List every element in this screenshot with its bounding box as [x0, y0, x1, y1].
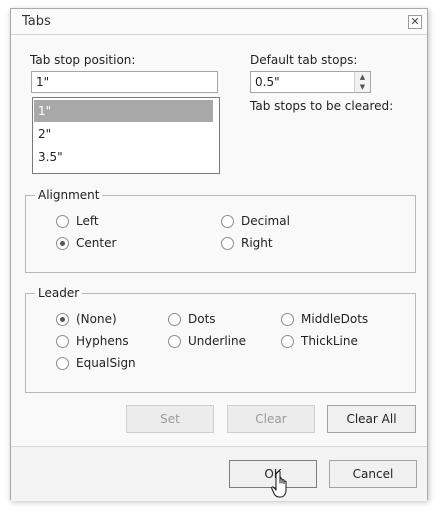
clear-button[interactable]: Clear	[227, 405, 315, 433]
set-button[interactable]: Set	[126, 405, 214, 433]
list-item[interactable]: 3.5"	[34, 146, 213, 168]
hand-cursor-icon	[271, 470, 287, 498]
tab-stops-to-be-cleared-label: Tab stops to be cleared:	[250, 99, 394, 113]
leader-middledots-radio[interactable]	[281, 313, 294, 326]
align-center-label[interactable]: Center	[76, 236, 116, 250]
cancel-button[interactable]: Cancel	[329, 460, 417, 488]
leader-legend: Leader	[38, 286, 80, 300]
leader-middledots-label[interactable]: MiddleDots	[301, 312, 368, 326]
leader-none-radio[interactable]	[56, 313, 69, 326]
clear-all-button[interactable]: Clear All	[327, 405, 416, 433]
align-decimal-label[interactable]: Decimal	[241, 214, 290, 228]
leader-dots-radio[interactable]	[168, 313, 181, 326]
align-left-radio[interactable]	[56, 215, 69, 228]
leader-thickline-radio[interactable]	[281, 335, 294, 348]
list-item[interactable]: 2"	[34, 123, 213, 145]
align-right-label[interactable]: Right	[241, 236, 273, 250]
alignment-group: Alignment	[25, 188, 416, 273]
title-bar: Tabs ✕	[11, 9, 427, 35]
leader-equalsign-label[interactable]: EqualSign	[76, 356, 136, 370]
leader-thickline-label[interactable]: ThickLine	[301, 334, 358, 348]
leader-underline-radio[interactable]	[168, 335, 181, 348]
leader-hyphens-label[interactable]: Hyphens	[76, 334, 129, 348]
list-item-selected[interactable]: 1"	[34, 100, 213, 122]
leader-dots-label[interactable]: Dots	[188, 312, 216, 326]
tab-stop-position-input[interactable]: 1"	[31, 71, 218, 93]
alignment-legend: Alignment	[38, 188, 100, 202]
default-tab-stops-label: Default tab stops:	[250, 53, 358, 67]
leader-none-label[interactable]: (None)	[76, 312, 117, 326]
leader-equalsign-radio[interactable]	[56, 357, 69, 370]
close-icon[interactable]: ✕	[408, 15, 422, 29]
dialog-title: Tabs	[22, 14, 51, 29]
leader-underline-label[interactable]: Underline	[188, 334, 246, 348]
tabs-dialog: Tabs ✕ Tab stop position: 1" 1" 2" 3.5" …	[10, 8, 428, 501]
default-tab-stops-spinner: ▲ ▼	[354, 71, 371, 93]
tab-stop-position-label: Tab stop position:	[30, 53, 136, 67]
leader-hyphens-radio[interactable]	[56, 335, 69, 348]
align-right-radio[interactable]	[221, 237, 234, 250]
align-center-radio[interactable]	[56, 237, 69, 250]
align-decimal-radio[interactable]	[221, 215, 234, 228]
tab-stop-list[interactable]: 1" 2" 3.5"	[32, 97, 220, 174]
spin-down-icon[interactable]: ▼	[355, 82, 370, 92]
dialog-footer: OK Cancel	[11, 446, 427, 501]
default-tab-stops-input[interactable]: 0.5"	[250, 71, 355, 93]
spin-up-icon[interactable]: ▲	[355, 72, 370, 82]
align-left-label[interactable]: Left	[76, 214, 99, 228]
